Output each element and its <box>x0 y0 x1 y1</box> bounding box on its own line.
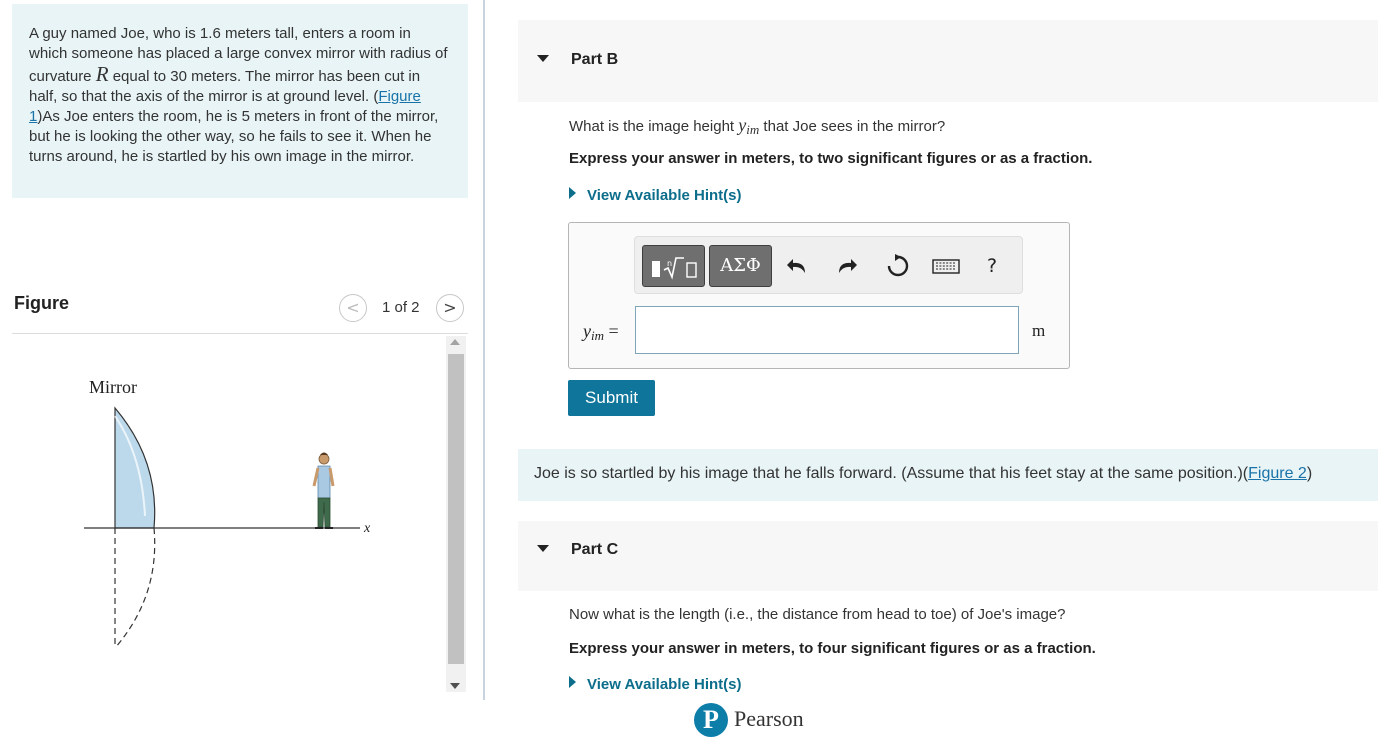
part-c-label: Part C <box>571 541 619 558</box>
help-button[interactable]: ? <box>977 253 1007 279</box>
part-c-header[interactable]: Part C <box>518 521 1378 591</box>
info-text: Joe is so startled by his image that he … <box>534 465 1249 482</box>
radical-template-icon: n <box>652 257 697 280</box>
pearson-icon: P <box>694 703 728 737</box>
answer-input[interactable] <box>635 306 1019 354</box>
x-axis-label: x <box>363 521 371 536</box>
part-c-hint-text[interactable]: View Available Hint(s) <box>587 676 742 693</box>
math-toolbar: n ΑΣΦ ? <box>634 236 1023 294</box>
part-b-question-post: that Joe sees in the mirror? <box>759 118 946 135</box>
figure-counter: 1 of 2 <box>382 299 420 316</box>
mirror-label: Mirror <box>89 377 137 397</box>
figure-scrollbar[interactable] <box>446 336 466 692</box>
joe-figure <box>312 452 335 529</box>
figure-image: Mirror x <box>12 336 444 696</box>
part-c-hint-link[interactable]: View Available Hint(s) <box>569 676 742 693</box>
figure-2-link[interactable]: Figure 2 <box>1248 465 1307 482</box>
part-c-instruction: Express your answer in meters, to four s… <box>569 640 1096 657</box>
scroll-thumb[interactable] <box>448 354 464 664</box>
scroll-up-icon[interactable] <box>450 339 460 345</box>
redo-icon[interactable] <box>829 253 863 279</box>
answer-label-sub: im <box>591 328 604 343</box>
mirror-reflection-curve <box>114 527 156 649</box>
caret-down-icon[interactable] <box>537 55 549 62</box>
figure-title: Figure <box>14 293 70 313</box>
answer-box: n ΑΣΦ ? yim = m <box>568 222 1070 369</box>
part-b-question-pre: What is the image height <box>569 118 739 135</box>
chevron-right-icon[interactable]: > <box>436 294 464 322</box>
part-b-hint-text[interactable]: View Available Hint(s) <box>587 187 742 204</box>
problem-statement: A guy named Joe, who is 1.6 meters tall,… <box>12 4 468 198</box>
keyboard-icon[interactable] <box>927 253 965 279</box>
yim-sub: im <box>746 122 760 137</box>
part-b-header[interactable]: Part B <box>518 20 1378 102</box>
part-b-question: What is the image height yim that Joe se… <box>569 115 945 138</box>
answer-label-eq: = <box>604 321 619 341</box>
answer-unit: m <box>1032 321 1046 340</box>
pearson-wordmark: Pearson <box>734 706 804 731</box>
chevron-left-icon[interactable]: < <box>339 294 367 322</box>
part-b-instruction: Express your answer in meters, to two si… <box>569 150 1093 167</box>
yim-variable: yim <box>738 115 760 137</box>
radius-variable: R <box>95 62 109 86</box>
part-c-question: Now what is the length (i.e., the distan… <box>569 606 1066 623</box>
mirror-diagram: Mirror x <box>84 377 371 649</box>
part-b-label: Part B <box>571 51 619 68</box>
info-text-end: ) <box>1306 465 1313 482</box>
svg-text:n: n <box>667 259 672 268</box>
part-b-hint-link[interactable]: View Available Hint(s) <box>569 187 742 204</box>
info-box: Joe is so startled by his image that he … <box>518 449 1378 501</box>
caret-right-icon <box>569 676 576 688</box>
undo-icon[interactable] <box>783 253 817 279</box>
submit-button[interactable]: Submit <box>568 380 655 416</box>
reset-icon[interactable] <box>881 253 915 279</box>
answer-label: yim = <box>583 321 619 344</box>
figure-header: Figure < 1 of 2 > <box>12 288 468 334</box>
scroll-down-icon[interactable] <box>450 683 460 689</box>
templates-button[interactable]: n <box>642 245 705 287</box>
pane-divider[interactable] <box>483 0 485 700</box>
caret-right-icon <box>569 187 576 199</box>
greek-symbols-button[interactable]: ΑΣΦ <box>709 245 772 287</box>
answer-label-var: y <box>583 321 591 341</box>
caret-down-icon[interactable] <box>537 545 549 552</box>
problem-text-3: )As Joe enters the room, he is 5 meters … <box>29 108 439 165</box>
